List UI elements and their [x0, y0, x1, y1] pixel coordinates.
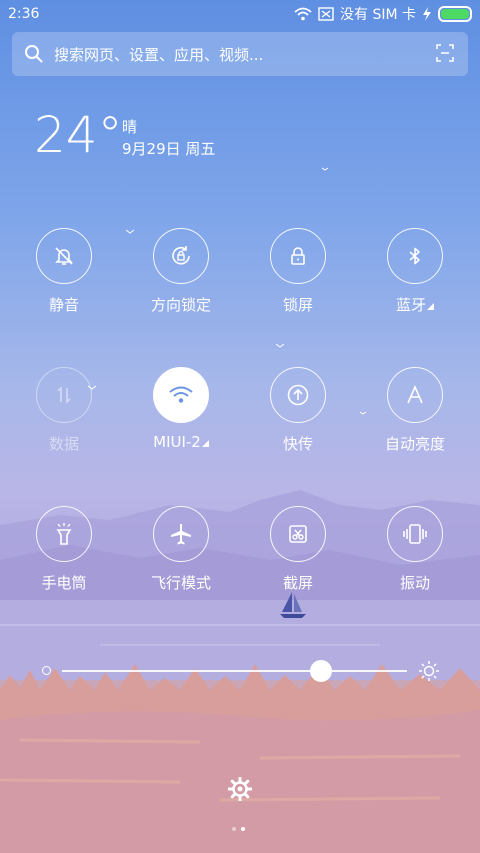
toggle-wifi-circle[interactable] [153, 367, 209, 423]
upload-icon [287, 384, 309, 406]
toggle-label: 快传 [282, 435, 313, 453]
toggle-label: 方向锁定 [150, 296, 211, 314]
search-placeholder: 搜索网页、设置、应用、视频... [54, 45, 264, 64]
toggle-lock-screen[interactable]: 锁屏 [239, 228, 357, 315]
toggle-flashlight-circle[interactable] [36, 506, 92, 562]
toggle-vibrate[interactable]: 振动 [356, 506, 474, 593]
flashlight-icon [56, 523, 72, 545]
search-bar[interactable]: 搜索网页、设置、应用、视频... [12, 32, 468, 76]
toggle-quick-share[interactable]: 快传 [239, 367, 357, 454]
toggle-screenshot-circle[interactable] [270, 506, 326, 562]
page-dot [232, 827, 236, 831]
toggle-vibrate-circle[interactable] [387, 506, 443, 562]
no-sim-icon [318, 7, 334, 21]
brightness-knob[interactable] [309, 660, 332, 682]
toggle-auto-brightness-circle[interactable] [387, 367, 443, 423]
scissors-icon [289, 525, 307, 543]
toggle-label: 手电筒 [41, 574, 87, 592]
vibrate-icon [403, 524, 427, 544]
toggle-label: 飞行模式 [150, 574, 211, 592]
data-arrows-icon [57, 386, 71, 404]
toggle-label: 自动亮度 [384, 435, 445, 453]
expand-indicator [201, 440, 209, 447]
toggle-airplane-mode-circle[interactable] [153, 506, 209, 562]
toggle-label: 截屏 [282, 574, 313, 592]
settings-gear-icon[interactable] [228, 777, 252, 801]
toggle-lock-screen-circle[interactable] [270, 228, 326, 284]
brightness-track[interactable] [62, 670, 407, 672]
bluetooth-icon [409, 247, 420, 265]
page-indicator [232, 827, 245, 831]
weather-widget[interactable]: 24° 晴 9月29日 周五 [34, 106, 215, 164]
expand-indicator [427, 303, 434, 310]
brightness-high-icon [419, 661, 439, 681]
toggle-label: 静音 [48, 296, 79, 314]
toggle-mute-circle[interactable] [36, 228, 92, 284]
toggle-bluetooth-circle[interactable] [387, 228, 443, 284]
toggle-label: 蓝牙 [356, 294, 474, 315]
toggle-mute[interactable]: 静音 [5, 228, 123, 315]
temperature: 24° [34, 106, 123, 164]
bell-off-icon [55, 247, 73, 265]
airplane-icon [171, 524, 191, 545]
toggle-rotation-lock[interactable]: 方向锁定 [122, 228, 240, 315]
toggle-airplane-mode[interactable]: 飞行模式 [122, 506, 240, 593]
status-icons: 没有 SIM 卡 [294, 4, 472, 24]
battery-icon [438, 6, 472, 22]
wifi-signal-icon [294, 7, 312, 21]
toggle-bluetooth[interactable]: 蓝牙 [356, 228, 474, 315]
toggle-auto-brightness[interactable]: 自动亮度 [356, 367, 474, 454]
page-dot-active [241, 827, 245, 831]
toggle-flashlight[interactable]: 手电筒 [5, 506, 123, 593]
wifi-icon [169, 386, 193, 403]
toggle-label: 振动 [399, 574, 430, 592]
toggle-label: 锁屏 [282, 296, 313, 314]
toggle-quick-share-circle[interactable] [270, 367, 326, 423]
toggle-label: 数据 [48, 435, 79, 453]
toggle-label: MIUI-2 [122, 433, 240, 451]
brightness-low-icon [42, 666, 51, 675]
status-bar: 2:36 没有 SIM 卡 [0, 0, 480, 28]
letter-a-icon [407, 385, 423, 404]
weather-condition: 晴 [122, 118, 138, 136]
sim-status-text: 没有 SIM 卡 [340, 7, 416, 23]
lock-icon [291, 247, 305, 265]
toggle-mobile-data-circle[interactable] [36, 367, 92, 423]
status-time: 2:36 [8, 6, 40, 22]
toggle-screenshot[interactable]: 截屏 [239, 506, 357, 593]
search-icon [25, 45, 43, 63]
toggle-mobile-data[interactable]: 数据 [5, 367, 123, 454]
charging-icon [423, 7, 431, 21]
date-label: 9月29日 周五 [122, 140, 216, 158]
rotation-lock-icon [172, 246, 190, 265]
toggle-wifi[interactable]: MIUI-2 [122, 367, 240, 451]
toggle-rotation-lock-circle[interactable] [153, 228, 209, 284]
scan-icon[interactable] [436, 44, 454, 62]
brightness-slider[interactable] [40, 658, 440, 684]
